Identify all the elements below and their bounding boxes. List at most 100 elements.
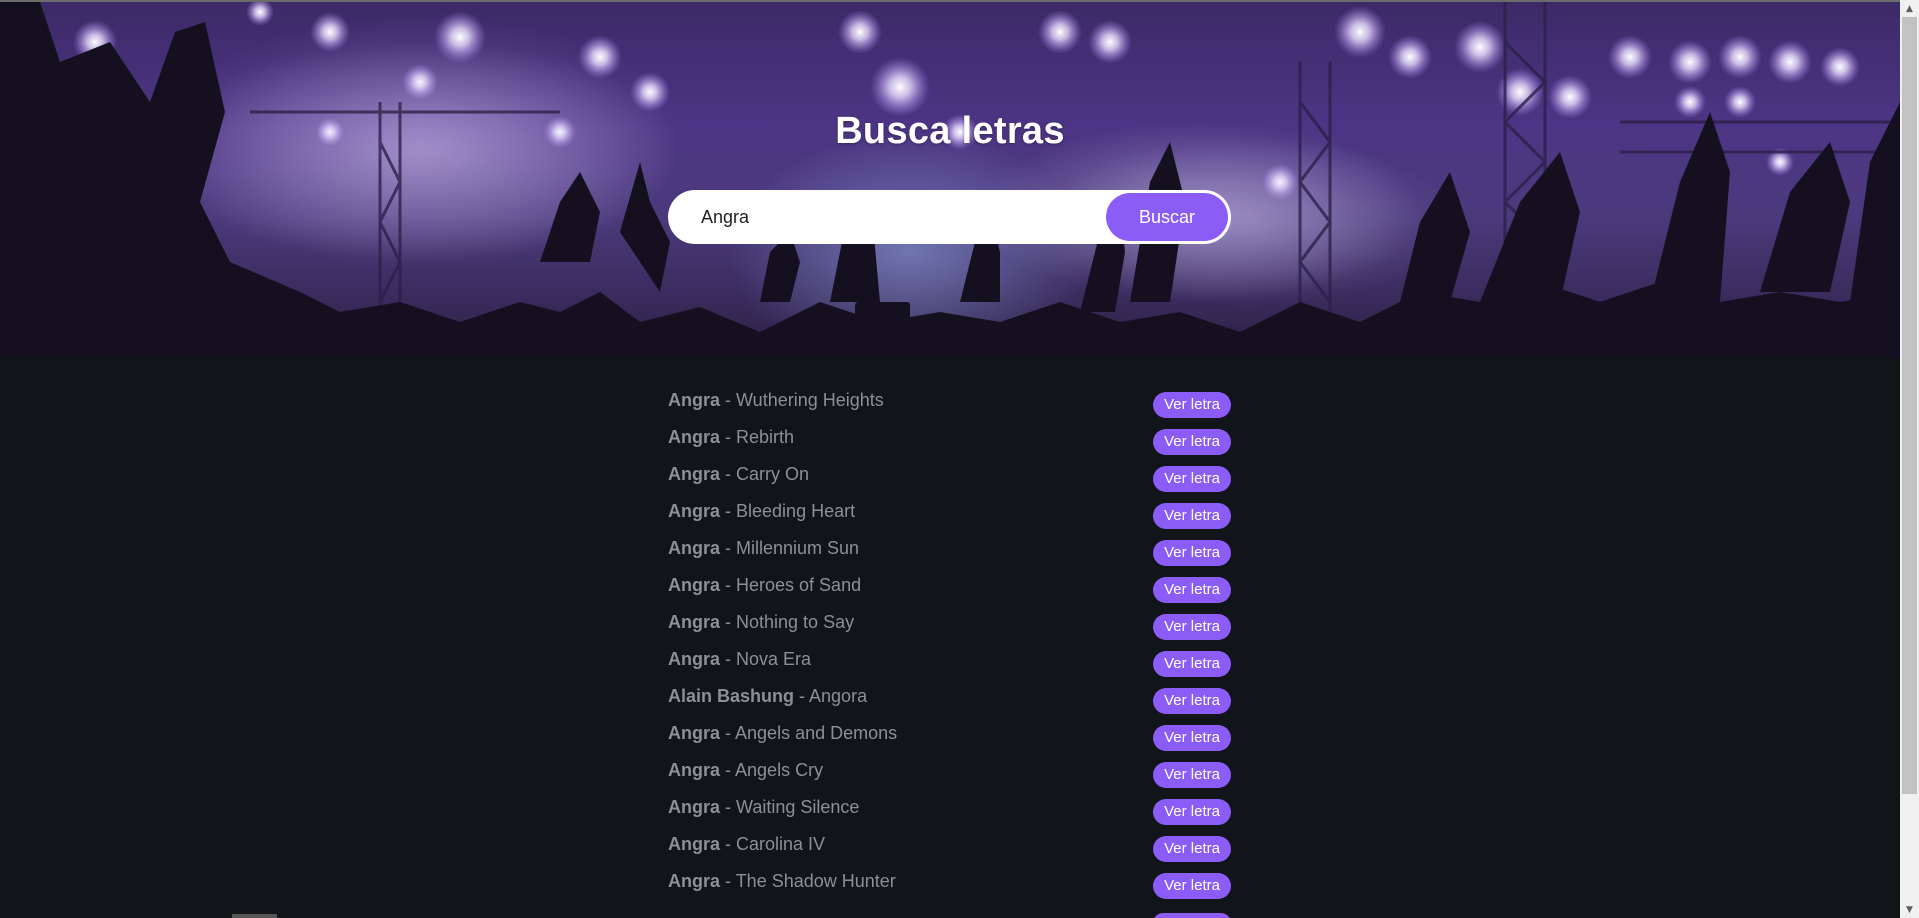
- song-title: Angels Cry: [735, 760, 824, 780]
- view-lyrics-button[interactable]: Ver letra: [1153, 614, 1231, 640]
- stage-light: [1718, 35, 1762, 79]
- stage-light: [1820, 47, 1860, 87]
- stage-light: [1038, 10, 1082, 54]
- result-item: Angra - Heroes of Sand Ver letra: [668, 568, 1231, 605]
- concert-crowd-image: [0, 2, 1900, 358]
- separator: -: [720, 797, 737, 817]
- song-info: Alain Bashung - Angora: [668, 686, 867, 707]
- view-lyrics-button[interactable]: Ver letra: [1153, 503, 1231, 529]
- separator: -: [720, 575, 737, 595]
- song-title: Angels and Demons: [735, 723, 898, 743]
- result-item: Angra - Carry On Ver letra: [668, 457, 1231, 494]
- artist-name: Angra: [668, 501, 721, 521]
- song-info: Angra - Heroes of Sand: [668, 575, 861, 596]
- artist-name: Angra: [668, 538, 721, 558]
- hero-banner: Busca letras: [0, 2, 1900, 358]
- view-lyrics-button-partial[interactable]: [1153, 913, 1231, 918]
- song-info: Angra - The Shadow Hunter: [668, 871, 896, 892]
- view-lyrics-button[interactable]: Ver letra: [1153, 873, 1231, 899]
- song-info: Angra - Wuthering Heights: [668, 390, 884, 411]
- song-info: Angra - Millennium Sun: [668, 538, 859, 559]
- song-info: Angra - Nova Era: [668, 649, 811, 670]
- artist-name: Angra: [668, 612, 721, 632]
- stage-light: [1334, 6, 1386, 58]
- separator: -: [720, 871, 736, 891]
- result-item: Angra - Carolina IV Ver letra: [668, 827, 1231, 864]
- stage-light: [1608, 35, 1652, 79]
- artist-name: Angra: [668, 834, 721, 854]
- scroll-up-icon[interactable]: ▲: [1900, 0, 1919, 17]
- view-lyrics-button[interactable]: Ver letra: [1153, 688, 1231, 714]
- song-title: Carolina IV: [736, 834, 826, 854]
- stage-light: [1088, 20, 1132, 64]
- song-info: Angra - Rebirth: [668, 427, 794, 448]
- song-info: Angra - Angels and Demons: [668, 723, 897, 744]
- song-info: Angra - Bleeding Heart: [668, 501, 855, 522]
- song-info: Angra - Angels Cry: [668, 760, 823, 781]
- stage-light: [870, 57, 930, 117]
- separator: -: [794, 686, 810, 706]
- separator: -: [720, 501, 737, 521]
- search-input[interactable]: [668, 190, 1098, 244]
- stage-light: [838, 10, 882, 54]
- song-info: Angra - Carry On: [668, 464, 809, 485]
- separator: -: [720, 649, 737, 669]
- result-item: Angra - Rebirth Ver letra: [668, 420, 1231, 457]
- song-title: Wuthering Heights: [736, 390, 884, 410]
- view-lyrics-button[interactable]: Ver letra: [1153, 540, 1231, 566]
- separator: -: [720, 427, 737, 447]
- result-item: Angra - Angels Cry Ver letra: [668, 753, 1231, 790]
- song-title: Nova Era: [736, 649, 812, 669]
- song-title: Heroes of Sand: [736, 575, 862, 595]
- partial-element: [232, 914, 277, 918]
- view-lyrics-button[interactable]: Ver letra: [1153, 836, 1231, 862]
- stage-light: [1768, 40, 1812, 84]
- scrollbar-thumb[interactable]: [1902, 17, 1917, 794]
- results-list: Angra - Wuthering Heights Ver letra Angr…: [668, 383, 1231, 901]
- artist-name: Angra: [668, 871, 721, 891]
- result-item: Angra - Millennium Sun Ver letra: [668, 531, 1231, 568]
- separator: -: [720, 612, 737, 632]
- search-button[interactable]: Buscar: [1106, 193, 1228, 241]
- view-lyrics-button[interactable]: Ver letra: [1153, 466, 1231, 492]
- stage-light: [1454, 21, 1506, 73]
- artist-name: Angra: [668, 390, 721, 410]
- artist-name: Angra: [668, 649, 721, 669]
- view-lyrics-button[interactable]: Ver letra: [1153, 799, 1231, 825]
- view-lyrics-button[interactable]: Ver letra: [1153, 651, 1231, 677]
- song-title: Waiting Silence: [736, 797, 860, 817]
- result-item: Angra - The Shadow Hunter Ver letra: [668, 864, 1231, 901]
- artist-name: Alain Bashung: [668, 686, 795, 706]
- page: Busca letras Buscar Angra - Wuthering He…: [0, 0, 1900, 918]
- view-lyrics-button[interactable]: Ver letra: [1153, 762, 1231, 788]
- song-title: Bleeding Heart: [736, 501, 856, 521]
- view-lyrics-button[interactable]: Ver letra: [1153, 577, 1231, 603]
- view-lyrics-button[interactable]: Ver letra: [1153, 429, 1231, 455]
- song-title: Nothing to Say: [736, 612, 855, 632]
- song-info: Angra - Waiting Silence: [668, 797, 859, 818]
- separator: -: [720, 390, 737, 410]
- result-item: Angra - Waiting Silence Ver letra: [668, 790, 1231, 827]
- stage-light: [1388, 35, 1432, 79]
- song-title: Rebirth: [736, 427, 795, 447]
- song-info: Angra - Nothing to Say: [668, 612, 854, 633]
- view-lyrics-button[interactable]: Ver letra: [1153, 725, 1231, 751]
- separator: -: [720, 538, 737, 558]
- song-title: Carry On: [736, 464, 810, 484]
- stage-light: [1668, 40, 1712, 84]
- result-item: Angra - Angels and Demons Ver letra: [668, 716, 1231, 753]
- artist-name: Angra: [668, 723, 721, 743]
- result-item: Angra - Nova Era Ver letra: [668, 642, 1231, 679]
- search-form: Buscar: [668, 190, 1231, 244]
- artist-name: Angra: [668, 797, 721, 817]
- vertical-scrollbar[interactable]: ▲ ▼: [1900, 0, 1919, 918]
- scroll-down-icon[interactable]: ▼: [1900, 901, 1919, 918]
- page-title: Busca letras: [835, 110, 1065, 152]
- separator: -: [720, 723, 736, 743]
- result-item: Alain Bashung - Angora Ver letra: [668, 679, 1231, 716]
- result-item: Angra - Nothing to Say Ver letra: [668, 605, 1231, 642]
- song-title: The Shadow Hunter: [735, 871, 896, 891]
- view-lyrics-button[interactable]: Ver letra: [1153, 392, 1231, 418]
- result-item: Angra - Bleeding Heart Ver letra: [668, 494, 1231, 531]
- separator: -: [720, 760, 736, 780]
